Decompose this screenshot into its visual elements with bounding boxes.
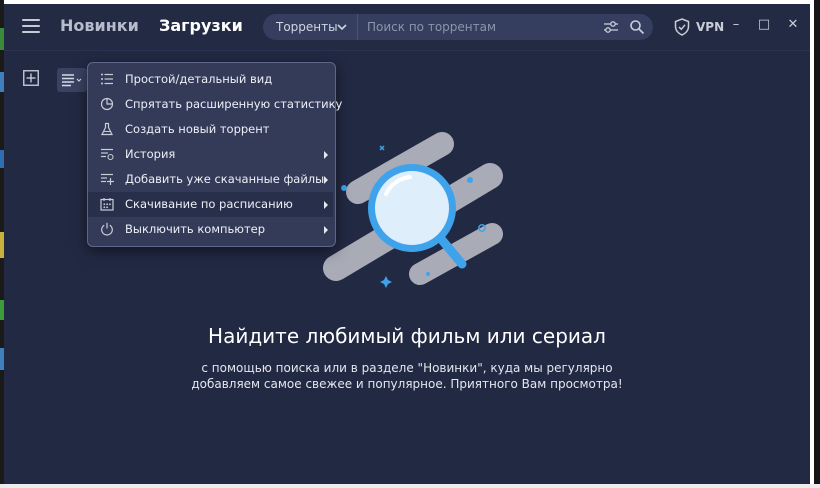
- menu-item-label: История: [125, 147, 176, 161]
- search-category-select[interactable]: Торренты: [263, 14, 358, 40]
- submenu-arrow-icon: [324, 201, 328, 209]
- calendar-icon: [100, 198, 114, 211]
- search-bar: Торренты: [263, 14, 653, 40]
- menu-item-scheduled-download[interactable]: Скачивание по расписанию: [88, 192, 333, 217]
- shield-icon: [674, 18, 690, 40]
- menu-item-create-torrent[interactable]: Создать новый торрент: [88, 117, 333, 142]
- empty-state-description: с помощью поиска или в разделе "Новинки"…: [4, 360, 810, 392]
- menu-item-label: Скачивание по расписанию: [125, 197, 293, 211]
- menu-item-history[interactable]: История: [88, 142, 333, 167]
- search-illustration: [323, 132, 503, 288]
- submenu-arrow-icon: [324, 176, 328, 184]
- menu-item-simple-detailed-view[interactable]: Простой/детальный вид: [88, 67, 333, 92]
- plus-square-icon: [23, 70, 39, 86]
- flask-icon: [101, 122, 113, 136]
- search-icon[interactable]: [629, 19, 645, 39]
- menu-item-hide-statistics[interactable]: Спрятать расширенную статистику: [88, 92, 342, 117]
- vpn-button[interactable]: VPN: [674, 18, 724, 36]
- pie-chart-icon: [100, 97, 114, 111]
- empty-state-line-2: добавляем самое свежее и популярное. При…: [191, 377, 623, 391]
- view-options-button[interactable]: [57, 68, 87, 92]
- chevron-down-icon: [337, 14, 347, 50]
- view-options-menu: Простой/детальный вид Спрятать расширенн…: [87, 62, 342, 247]
- menu-item-label: Создать новый торрент: [125, 122, 270, 136]
- empty-state-title: Найдите любимый фильм или сериал: [208, 324, 606, 348]
- desktop-right-edge: [814, 0, 820, 488]
- history-icon: [101, 148, 114, 161]
- list-view-icon: [101, 73, 113, 85]
- menu-item-label: Выключить компьютер: [125, 222, 266, 236]
- menu-item-label: Простой/детальный вид: [125, 72, 273, 86]
- minimize-button[interactable]: –: [728, 17, 744, 33]
- list-icon: [62, 74, 82, 87]
- title-bar: Новинки Загрузки Торренты Поиск по торре…: [4, 4, 810, 51]
- menu-item-label: Добавить уже скачанные файлы: [125, 172, 325, 186]
- filter-icon[interactable]: [603, 19, 619, 39]
- submenu-arrow-icon: [324, 226, 328, 234]
- maximize-button[interactable]: □: [756, 17, 772, 33]
- add-torrent-button[interactable]: [23, 70, 39, 86]
- menu-item-label: Спрятать расширенную статистику: [125, 97, 343, 111]
- search-input[interactable]: [367, 18, 587, 36]
- desktop-bottom-edge: [0, 484, 820, 488]
- tab-downloads[interactable]: Загрузки: [159, 16, 243, 35]
- menu-item-shutdown[interactable]: Выключить компьютер: [88, 217, 333, 242]
- app-window: Новинки Загрузки Торренты Поиск по торре…: [4, 4, 810, 484]
- submenu-arrow-icon: [324, 151, 328, 159]
- power-icon: [101, 222, 113, 236]
- vpn-label: VPN: [696, 20, 725, 34]
- empty-state-line-1: с помощью поиска или в разделе "Новинки"…: [201, 361, 613, 375]
- search-category-label: Торренты: [276, 20, 338, 34]
- hamburger-menu-icon[interactable]: [22, 18, 40, 34]
- menu-item-add-downloaded-files[interactable]: Добавить уже скачанные файлы: [88, 167, 333, 192]
- close-button[interactable]: ✕: [785, 17, 801, 33]
- tab-new[interactable]: Новинки: [60, 16, 139, 35]
- add-files-icon: [101, 173, 114, 185]
